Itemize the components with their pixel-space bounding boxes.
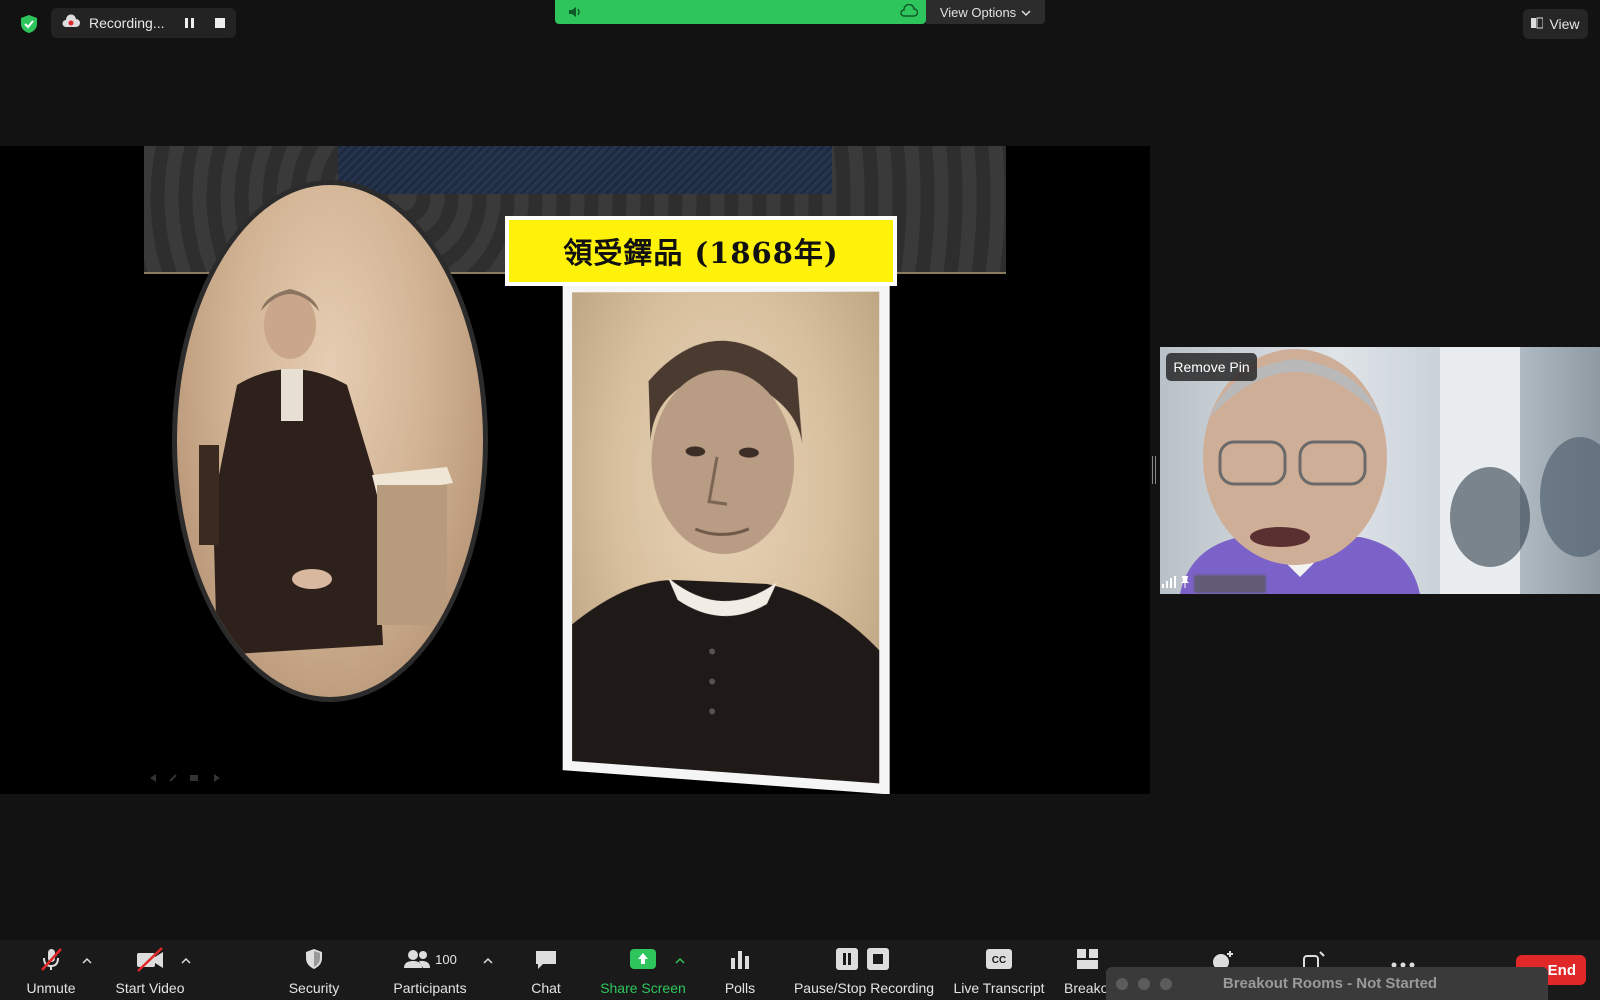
view-options-button[interactable]: View Options (926, 0, 1045, 24)
share-screen-label: Share Screen (600, 980, 686, 996)
security-button[interactable]: Security (283, 946, 345, 998)
participants-count: 100 (435, 951, 457, 967)
svg-text:CC: CC (992, 955, 1006, 966)
start-video-button[interactable]: Start Video (110, 946, 190, 998)
cloud-icon (900, 3, 919, 23)
breakout-rooms-label: Breako (1064, 980, 1109, 996)
breakout-rooms-button[interactable]: Breako (1064, 946, 1112, 998)
window-controls[interactable] (1106, 977, 1172, 990)
rectangular-portrait-photo (562, 281, 890, 794)
participant-status-bar (1160, 574, 1270, 594)
remove-pin-button[interactable]: Remove Pin (1166, 353, 1257, 381)
layout-view-icon (1531, 16, 1544, 32)
view-options-label: View Options (939, 4, 1017, 20)
view-label: View (1549, 16, 1580, 32)
unmute-label: Unmute (26, 980, 76, 996)
participant-name-blurred (1194, 575, 1266, 593)
presentation-slide: 領受鐸品 (1868年) (144, 146, 1006, 794)
participants-button[interactable]: 100 Participants (388, 946, 472, 998)
unmute-button[interactable]: Unmute (20, 946, 82, 998)
start-video-label: Start Video (115, 980, 185, 996)
muted-microphone-icon (38, 946, 64, 972)
pin-icon (1180, 575, 1190, 593)
window-zoom-icon[interactable] (1160, 977, 1172, 990)
breakout-rooms-title: Breakout Rooms - Not Started (1222, 975, 1438, 992)
stop-recording-icon[interactable] (213, 16, 227, 30)
closed-caption-icon: CC (985, 946, 1013, 972)
panel-resize-handle[interactable] (1152, 456, 1156, 484)
recording-label: Recording... (89, 15, 165, 31)
security-label: Security (288, 980, 340, 996)
share-options-caret-icon[interactable] (674, 953, 686, 964)
audio-options-caret-icon[interactable] (81, 953, 93, 964)
encryption-shield-icon[interactable] (18, 13, 40, 35)
signal-strength-icon (1162, 575, 1176, 593)
speaker-icon (567, 4, 583, 25)
participants-icon: 100 (403, 946, 457, 972)
chat-bubble-icon (534, 946, 558, 972)
share-screen-icon (629, 946, 657, 972)
participants-options-caret-icon[interactable] (482, 953, 494, 964)
polls-label: Polls (724, 980, 756, 996)
screen-share-indicator-bar[interactable] (555, 0, 926, 24)
window-minimize-icon[interactable] (1138, 977, 1150, 990)
breakout-rooms-window[interactable]: Breakout Rooms - Not Started (1106, 967, 1548, 1000)
slide-title-box: 領受鐸品 (1868年) (505, 216, 897, 286)
video-options-caret-icon[interactable] (180, 953, 192, 964)
cloud-recording-icon (61, 13, 81, 33)
polls-button[interactable]: Polls (720, 946, 760, 998)
chat-label: Chat (531, 980, 561, 996)
slide-title: 領受鐸品 (1868年) (509, 220, 893, 282)
recording-indicator: Recording... (51, 8, 236, 38)
slide-navigation-controls[interactable] (148, 770, 228, 782)
pause-recording-icon[interactable] (183, 16, 197, 30)
chevron-down-icon (1021, 5, 1031, 20)
view-button[interactable]: View (1523, 9, 1588, 39)
breakout-rooms-icon (1064, 946, 1100, 972)
pause-stop-recording-button[interactable]: Pause/Stop Recording (793, 946, 935, 998)
oval-portrait-photo (172, 180, 488, 702)
pause-stop-recording-label: Pause/Stop Recording (793, 980, 935, 996)
chat-button[interactable]: Chat (526, 946, 566, 998)
window-close-icon[interactable] (1116, 977, 1128, 990)
polls-bar-chart-icon (729, 946, 751, 972)
pinned-participant-video[interactable] (1160, 347, 1600, 594)
participants-label: Participants (393, 980, 467, 996)
pause-stop-icon (834, 946, 894, 972)
live-transcript-button[interactable]: CC Live Transcript (951, 946, 1047, 998)
security-shield-icon (302, 946, 326, 972)
video-off-icon (135, 946, 165, 972)
live-transcript-label: Live Transcript (953, 980, 1045, 996)
